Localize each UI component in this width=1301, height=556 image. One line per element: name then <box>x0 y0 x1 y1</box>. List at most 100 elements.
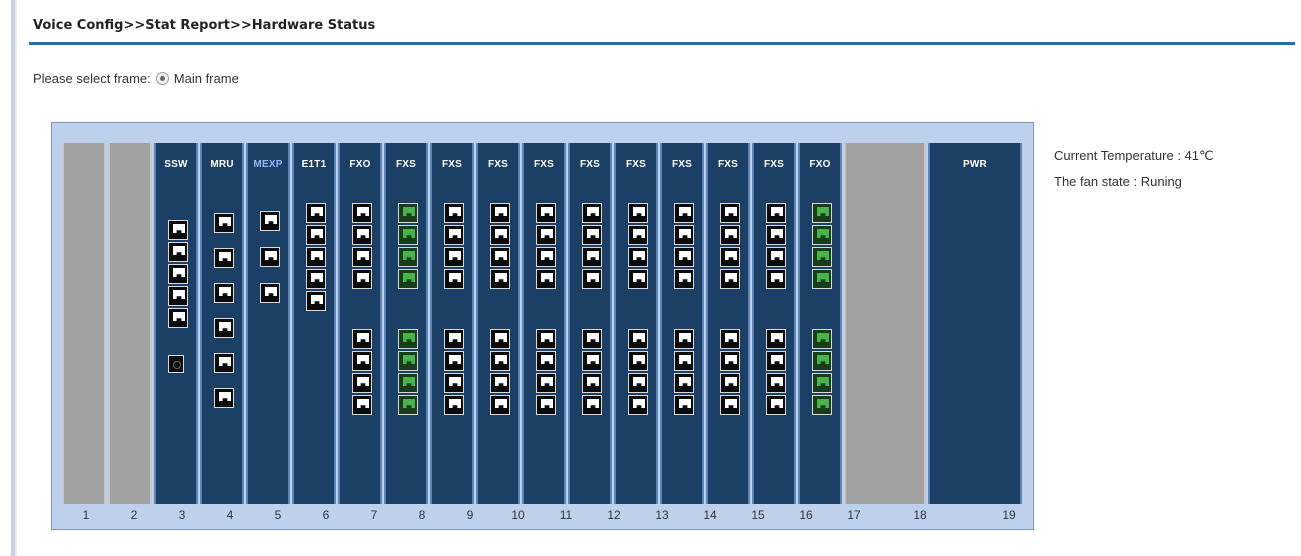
line-port <box>720 329 740 349</box>
ethernet-port <box>260 283 280 303</box>
line-port <box>490 351 510 371</box>
line-port <box>628 373 648 393</box>
line-port <box>536 269 556 289</box>
line-port <box>766 203 786 223</box>
line-port <box>582 225 602 245</box>
line-port <box>720 247 740 267</box>
ethernet-port <box>214 248 234 268</box>
line-port <box>352 329 372 349</box>
slot-number: 16 <box>799 508 813 522</box>
slot-16-fxs-card[interactable]: FXS <box>752 143 796 504</box>
active-line-port <box>398 247 418 267</box>
slot-number: 17 <box>847 508 861 522</box>
line-port <box>444 351 464 371</box>
slot-18[interactable] <box>844 143 926 504</box>
ethernet-port <box>168 220 188 240</box>
slot-12-fxs-card[interactable]: FXS <box>568 143 612 504</box>
slot-14-fxs-card[interactable]: FXS <box>660 143 704 504</box>
line-port <box>674 373 694 393</box>
line-port <box>628 203 648 223</box>
slot-number: 9 <box>466 508 474 522</box>
line-port <box>536 247 556 267</box>
active-line-port <box>398 203 418 223</box>
ethernet-port <box>214 318 234 338</box>
line-port <box>628 247 648 267</box>
ethernet-port <box>214 213 234 233</box>
slot-10-fxs-card[interactable]: FXS <box>476 143 520 504</box>
line-port <box>444 269 464 289</box>
status-panel: Current Temperature : 41℃ The fan state … <box>1054 143 1214 195</box>
ethernet-port <box>168 242 188 262</box>
line-port <box>720 351 740 371</box>
line-port <box>628 351 648 371</box>
line-port <box>444 395 464 415</box>
slot-13-fxs-card[interactable]: FXS <box>614 143 658 504</box>
card-label: FXS <box>763 159 785 170</box>
slot-number: 15 <box>751 508 765 522</box>
ethernet-port <box>168 286 188 306</box>
card-label: FXS <box>487 159 509 170</box>
slot-6-e1t1-card[interactable]: E1T1 <box>292 143 336 504</box>
line-port <box>766 225 786 245</box>
card-label: FXS <box>671 159 693 170</box>
line-port <box>674 329 694 349</box>
line-port <box>766 269 786 289</box>
e1t1-port <box>306 247 326 267</box>
slot-8-fxs-card[interactable]: FXS <box>384 143 428 504</box>
slot-number: 19 <box>1002 508 1016 522</box>
card-label: E1T1 <box>301 159 327 170</box>
e1t1-port <box>306 225 326 245</box>
main-frame-radio[interactable] <box>155 72 169 85</box>
line-port <box>766 373 786 393</box>
line-port <box>536 225 556 245</box>
card-label: PWR <box>963 159 987 170</box>
e1t1-port <box>306 269 326 289</box>
ethernet-port <box>260 211 280 231</box>
slot-11-fxs-card[interactable]: FXS <box>522 143 566 504</box>
slot-number: 18 <box>913 508 927 522</box>
line-port <box>674 395 694 415</box>
chassis-panel: SSW MRU MEXP E1T1 FXO FXS FXS FXS FXS FX… <box>51 122 1034 530</box>
slot-5-mexp-card[interactable]: MEXP <box>246 143 290 504</box>
line-port <box>490 203 510 223</box>
line-port <box>444 203 464 223</box>
line-port <box>490 329 510 349</box>
active-line-port <box>398 225 418 245</box>
slot-number: 8 <box>418 508 426 522</box>
slot-19-power-card[interactable]: PWR <box>928 143 1022 504</box>
card-label: FXO <box>349 159 371 170</box>
console-port-icon <box>168 355 184 373</box>
line-port <box>536 395 556 415</box>
line-port <box>720 203 740 223</box>
slot-9-fxs-card[interactable]: FXS <box>430 143 474 504</box>
line-port <box>536 373 556 393</box>
slot-1[interactable] <box>62 143 106 504</box>
main-frame-label[interactable]: Main frame <box>174 71 239 86</box>
line-port <box>352 203 372 223</box>
slot-17-fxo-card[interactable]: FXO <box>798 143 842 504</box>
line-port <box>720 395 740 415</box>
slot-2[interactable] <box>108 143 152 504</box>
slot-15-fxs-card[interactable]: FXS <box>706 143 750 504</box>
line-port <box>536 329 556 349</box>
line-port <box>582 269 602 289</box>
slot-3-ssw-card[interactable]: SSW <box>154 143 198 504</box>
slot-number: 6 <box>322 508 330 522</box>
slot-number: 11 <box>559 508 573 522</box>
line-port <box>582 247 602 267</box>
card-label: FXS <box>579 159 601 170</box>
slot-7-fxo-card[interactable]: FXO <box>338 143 382 504</box>
card-label: FXS <box>717 159 739 170</box>
ethernet-port <box>260 247 280 267</box>
line-port <box>536 351 556 371</box>
active-line-port <box>812 247 832 267</box>
ethernet-port <box>214 388 234 408</box>
line-port <box>352 247 372 267</box>
line-port <box>352 225 372 245</box>
frame-select-label: Please select frame: <box>33 71 151 86</box>
slot-4-mru-card[interactable]: MRU <box>200 143 244 504</box>
line-port <box>490 395 510 415</box>
slot-number-row: 1 2 3 4 5 6 7 8 9 10 11 12 13 14 15 16 1… <box>62 508 1056 522</box>
line-port <box>674 225 694 245</box>
slot-number: 12 <box>607 508 621 522</box>
